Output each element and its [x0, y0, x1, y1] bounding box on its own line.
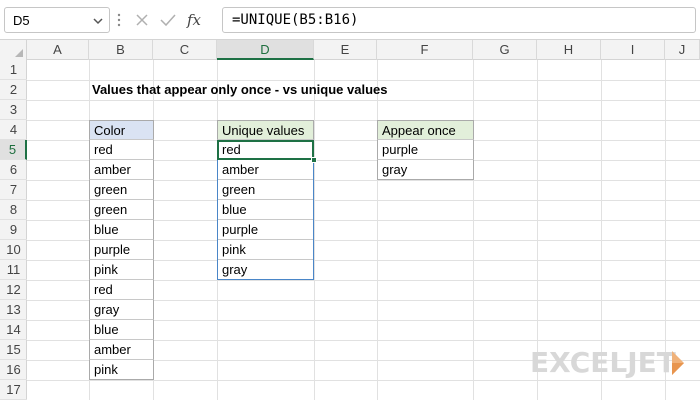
color-cell[interactable]: green: [89, 180, 154, 200]
worksheet-grid: A B C D E F G H I J 1 2 3 4 5 6 7 8 9 10…: [0, 40, 700, 400]
column-header-b[interactable]: B: [89, 40, 153, 60]
color-table-header[interactable]: Color: [89, 120, 154, 140]
cancel-icon[interactable]: [130, 7, 154, 33]
column-header-e[interactable]: E: [314, 40, 377, 60]
grip-dots-icon: [117, 13, 121, 27]
formula-bar: D5 fx =UNIQUE(B5:B16): [0, 0, 700, 40]
sheet-title[interactable]: Values that appear only once - vs unique…: [92, 80, 387, 100]
color-cell[interactable]: blue: [89, 320, 154, 340]
column-headers: A B C D E F G H I J: [0, 40, 700, 60]
once-table-header[interactable]: Appear once: [377, 120, 474, 140]
gridline: [314, 60, 315, 400]
column-header-f[interactable]: F: [377, 40, 473, 60]
fill-handle[interactable]: [311, 157, 317, 163]
row-header-13[interactable]: 13: [0, 300, 27, 320]
chevron-down-icon[interactable]: [91, 14, 105, 28]
row-header-3[interactable]: 3: [0, 100, 27, 120]
gridline: [27, 100, 700, 101]
select-all-corner[interactable]: [0, 40, 27, 60]
fx-label: fx: [186, 11, 202, 29]
row-header-15[interactable]: 15: [0, 340, 27, 360]
column-header-a[interactable]: A: [27, 40, 89, 60]
logo-text: EXCELJET: [530, 346, 676, 379]
row-headers: 1 2 3 4 5 6 7 8 9 10 11 12 13 14 15 16 1…: [0, 60, 27, 400]
color-cell[interactable]: pink: [89, 360, 154, 380]
row-header-6[interactable]: 6: [0, 160, 27, 180]
gridline: [27, 380, 700, 381]
color-cell[interactable]: blue: [89, 220, 154, 240]
formula-input[interactable]: =UNIQUE(B5:B16): [222, 7, 696, 33]
active-cell-selection[interactable]: [217, 140, 314, 160]
row-header-14[interactable]: 14: [0, 320, 27, 340]
row-header-10[interactable]: 10: [0, 240, 27, 260]
select-all-triangle-icon: [15, 49, 23, 57]
color-cell[interactable]: red: [89, 140, 154, 160]
row-header-9[interactable]: 9: [0, 220, 27, 240]
formula-text: =UNIQUE(B5:B16): [232, 12, 359, 28]
row-header-5[interactable]: 5: [0, 140, 27, 160]
row-header-2[interactable]: 2: [0, 80, 27, 100]
color-cell[interactable]: red: [89, 280, 154, 300]
row-header-7[interactable]: 7: [0, 180, 27, 200]
function-icon[interactable]: fx: [184, 7, 208, 33]
column-header-j[interactable]: J: [665, 40, 700, 60]
color-cell[interactable]: amber: [89, 340, 154, 360]
row-header-12[interactable]: 12: [0, 280, 27, 300]
name-box[interactable]: D5: [4, 7, 110, 33]
gridline: [377, 60, 378, 400]
column-header-i[interactable]: I: [601, 40, 665, 60]
color-cell[interactable]: gray: [89, 300, 154, 320]
once-cell[interactable]: purple: [377, 140, 474, 160]
check-icon[interactable]: [156, 7, 180, 33]
spill-range-border: [217, 140, 314, 280]
name-box-value: D5: [13, 13, 30, 28]
color-cell[interactable]: green: [89, 200, 154, 220]
exceljet-logo-icon: [672, 351, 684, 375]
row-header-16[interactable]: 16: [0, 360, 27, 380]
color-cell[interactable]: amber: [89, 160, 154, 180]
column-header-d[interactable]: D: [217, 40, 314, 60]
row-header-8[interactable]: 8: [0, 200, 27, 220]
row-header-4[interactable]: 4: [0, 120, 27, 140]
color-cell[interactable]: purple: [89, 240, 154, 260]
column-header-g[interactable]: G: [473, 40, 537, 60]
unique-table-header[interactable]: Unique values: [217, 120, 314, 140]
color-cell[interactable]: pink: [89, 260, 154, 280]
formula-tools: fx: [130, 7, 216, 33]
row-header-11[interactable]: 11: [0, 260, 27, 280]
gridline: [473, 60, 474, 400]
column-header-h[interactable]: H: [537, 40, 601, 60]
once-cell[interactable]: gray: [377, 160, 474, 180]
row-header-17[interactable]: 17: [0, 380, 27, 400]
row-header-1[interactable]: 1: [0, 60, 27, 80]
column-header-c[interactable]: C: [153, 40, 217, 60]
